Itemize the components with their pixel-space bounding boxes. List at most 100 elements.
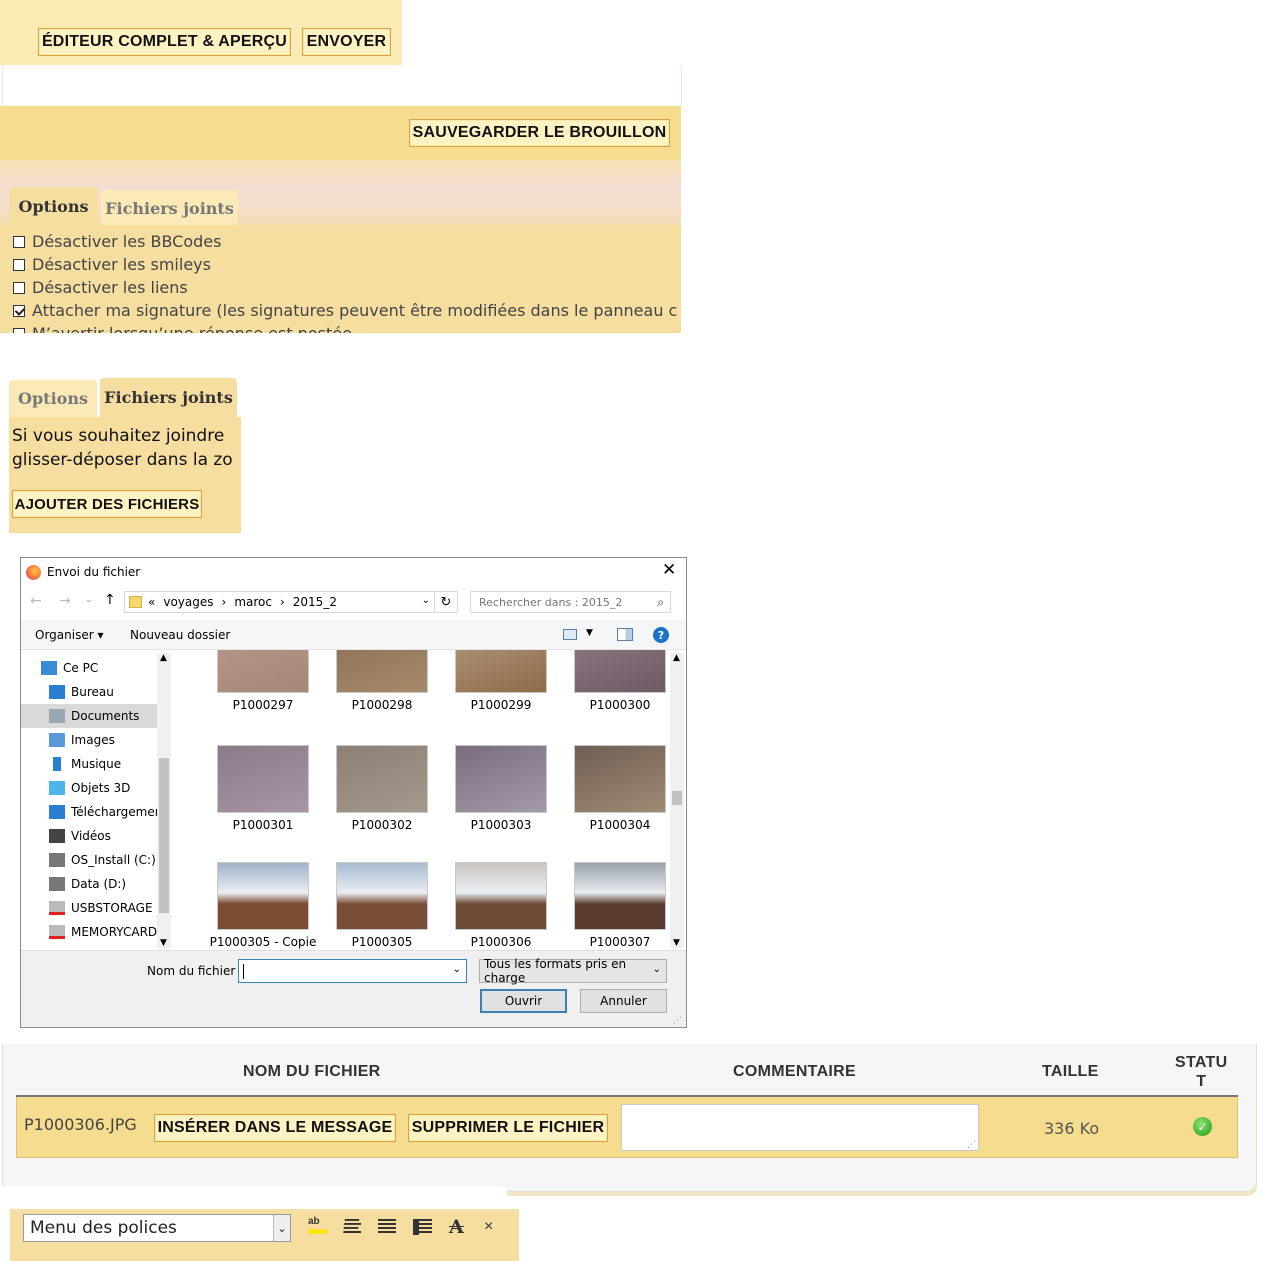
file-name[interactable]: P1000307 xyxy=(560,935,670,949)
open-button[interactable]: Ouvrir xyxy=(480,989,567,1013)
back-arrow-icon[interactable]: ← xyxy=(30,593,42,609)
insert-into-message-button[interactable]: INSÉRER DANS LE MESSAGE xyxy=(154,1114,396,1142)
chevron-down-icon[interactable]: ⌄ xyxy=(85,595,93,605)
nav-item[interactable]: USBSTORAGE (\\ xyxy=(21,896,157,920)
align-right-icon[interactable] xyxy=(378,1219,396,1235)
tab-attachments-2[interactable]: Fichiers joints xyxy=(100,378,237,417)
search-input[interactable]: Rechercher dans : 2015_2 ⌕ xyxy=(470,591,671,613)
filename-input[interactable]: ⌄ xyxy=(238,959,467,983)
full-editor-preview-button[interactable]: ÉDITEUR COMPLET & APERÇU xyxy=(38,28,291,56)
scroll-down-icon[interactable]: ▼ xyxy=(673,938,680,948)
file-name[interactable]: P1000302 xyxy=(322,818,442,832)
nav-item[interactable]: Bureau xyxy=(21,680,157,704)
view-dropdown-icon[interactable]: ▼ xyxy=(586,628,593,638)
file-thumbnail[interactable] xyxy=(455,650,547,693)
option-disable-bbcode[interactable]: Désactiver les BBCodes xyxy=(13,232,221,251)
save-draft-button[interactable]: SAUVEGARDER LE BROUILLON xyxy=(409,119,670,147)
new-folder-button[interactable]: Nouveau dossier xyxy=(130,628,230,642)
view-icon[interactable] xyxy=(563,629,577,640)
file-thumbnail[interactable] xyxy=(336,745,428,813)
nav-item[interactable]: OS_Install (C:) xyxy=(21,848,157,872)
tab-options-2[interactable]: Options xyxy=(9,380,97,417)
file-name[interactable]: P1000301 xyxy=(203,818,323,832)
organize-menu[interactable]: Organiser ▾ xyxy=(35,628,103,642)
add-files-button[interactable]: AJOUTER DES FICHIERS xyxy=(12,490,202,518)
file-thumbnail[interactable] xyxy=(455,862,547,930)
nav-item[interactable]: Data (D:) xyxy=(21,872,157,896)
file-name[interactable]: P1000297 xyxy=(203,698,323,712)
delete-file-button[interactable]: SUPPRIMER LE FICHIER xyxy=(408,1114,608,1142)
up-arrow-icon[interactable]: ↑ xyxy=(104,592,116,608)
address-bar[interactable]: « voyages › maroc › 2015_2 ⌄ xyxy=(124,591,435,613)
nav-item[interactable]: Vidéos xyxy=(21,824,157,848)
breadcrumb-overflow[interactable]: « xyxy=(148,595,155,609)
file-thumbnail[interactable] xyxy=(217,650,309,693)
strikethrough-icon[interactable]: A xyxy=(449,1216,464,1238)
file-name[interactable]: P1000300 xyxy=(560,698,670,712)
tab-options[interactable]: Options xyxy=(9,187,98,226)
file-thumbnail[interactable] xyxy=(217,745,309,813)
help-icon[interactable]: ? xyxy=(653,627,669,643)
scroll-thumb[interactable] xyxy=(159,758,169,913)
scroll-up-icon[interactable]: ▲ xyxy=(160,653,167,663)
resize-grip-icon[interactable]: ⋰ xyxy=(967,1139,976,1150)
chevron-down-icon[interactable]: ⌄ xyxy=(273,1215,290,1241)
close-icon[interactable]: ✕ xyxy=(662,560,676,580)
resize-grip-icon[interactable]: ⋰ xyxy=(673,1016,682,1026)
breadcrumb-voyages[interactable]: voyages xyxy=(163,595,213,609)
file-thumbnail[interactable] xyxy=(574,745,666,813)
option-attach-signature[interactable]: Attacher ma signature (les signatures pe… xyxy=(13,301,677,320)
checkbox[interactable] xyxy=(13,235,25,248)
filetype-select[interactable]: Tous les formats pris en charge ⌄ xyxy=(479,957,667,985)
file-thumbnail[interactable] xyxy=(455,745,547,813)
file-thumbnail[interactable] xyxy=(217,862,309,930)
checkbox[interactable] xyxy=(13,327,25,333)
option-disable-links[interactable]: Désactiver les liens xyxy=(13,278,188,297)
file-name[interactable]: P1000306 xyxy=(441,935,561,949)
file-name[interactable]: P1000303 xyxy=(441,818,561,832)
option-notify-reply[interactable]: M’avertir lorsqu’une réponse est postée xyxy=(13,324,352,333)
file-thumbnail[interactable] xyxy=(574,650,666,693)
chevron-down-icon[interactable]: ⌄ xyxy=(453,964,461,975)
text-block-icon[interactable] xyxy=(413,1219,432,1235)
remove-format-icon[interactable]: × xyxy=(484,1218,493,1236)
spellcheck-icon[interactable]: ab xyxy=(307,1216,329,1238)
nav-scrollbar[interactable]: ▲ ▼ xyxy=(157,653,171,948)
nav-item[interactable]: Images xyxy=(21,728,157,752)
refresh-icon[interactable]: ↻ xyxy=(435,591,458,613)
font-menu-select[interactable]: Menu des polices ⌄ xyxy=(23,1214,291,1242)
file-name[interactable]: P1000304 xyxy=(560,818,670,832)
nav-item[interactable]: Téléchargements xyxy=(21,800,157,824)
scroll-down-icon[interactable]: ▼ xyxy=(160,938,167,948)
grid-scrollbar[interactable]: ▲ ▼ xyxy=(670,653,684,948)
file-thumbnail[interactable] xyxy=(336,650,428,693)
file-thumbnail[interactable] xyxy=(574,862,666,930)
file-thumbnail[interactable] xyxy=(336,862,428,930)
attachment-filename[interactable]: P1000306.JPG xyxy=(24,1115,137,1134)
checkbox[interactable] xyxy=(13,304,25,317)
breadcrumb-maroc[interactable]: maroc xyxy=(234,595,272,609)
send-button[interactable]: ENVOYER xyxy=(302,28,391,56)
nav-item[interactable]: Documents xyxy=(21,704,157,728)
cancel-button[interactable]: Annuler xyxy=(580,989,667,1013)
checkbox[interactable] xyxy=(13,258,25,271)
file-name[interactable]: P1000305 - Copie xyxy=(203,935,323,949)
nav-item[interactable]: MEMORYCARD xyxy=(21,920,157,944)
option-disable-smileys[interactable]: Désactiver les smileys xyxy=(13,255,211,274)
address-dropdown-icon[interactable]: ⌄ xyxy=(422,595,430,606)
network-drive-icon xyxy=(49,925,65,939)
nav-item[interactable]: Objets 3D xyxy=(21,776,157,800)
breadcrumb-2015-2[interactable]: 2015_2 xyxy=(293,595,337,609)
file-name[interactable]: P1000298 xyxy=(322,698,442,712)
scroll-up-icon[interactable]: ▲ xyxy=(673,653,680,663)
file-name[interactable]: P1000299 xyxy=(441,698,561,712)
forward-arrow-icon[interactable]: → xyxy=(59,593,71,609)
preview-pane-icon[interactable] xyxy=(617,628,633,641)
attachment-comment-input[interactable]: ⋰ xyxy=(621,1104,979,1151)
scroll-thumb[interactable] xyxy=(672,791,682,805)
nav-item[interactable]: Musique xyxy=(21,752,157,776)
file-name[interactable]: P1000305 xyxy=(322,935,442,949)
nav-item[interactable]: Ce PC xyxy=(21,656,157,680)
checkbox[interactable] xyxy=(13,281,25,294)
tab-attachments[interactable]: Fichiers joints xyxy=(101,190,238,226)
